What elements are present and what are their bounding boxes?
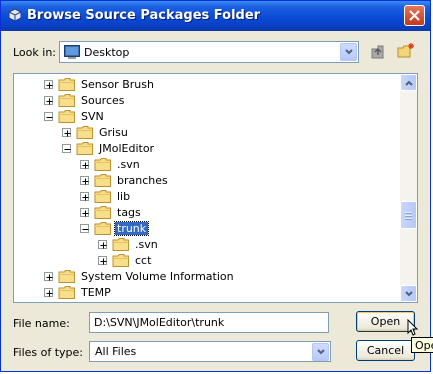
folder-icon [94, 221, 112, 239]
cancel-button[interactable]: Cancel [356, 340, 415, 361]
tree-row-label: tags [117, 206, 141, 219]
expand-icon[interactable] [80, 160, 89, 169]
expand-icon[interactable] [44, 80, 53, 89]
expand-icon[interactable] [44, 288, 53, 297]
expand-icon[interactable] [98, 240, 107, 249]
chevron-down-icon [317, 349, 325, 355]
scroll-thumb[interactable] [400, 201, 417, 229]
file-name-label: File name: [13, 317, 70, 330]
look-in-dropdown[interactable]: Desktop [59, 41, 359, 63]
folder-icon [112, 253, 130, 271]
tooltip: Ope [411, 337, 433, 353]
vertical-scrollbar[interactable] [400, 74, 417, 302]
title-bar[interactable]: Browse Source Packages Folder [1, 1, 430, 31]
folder-tree[interactable]: Sensor Brush Sources SVN Grisu JMolEditor .sv… [13, 73, 418, 303]
tree-row-label: .svn [135, 238, 158, 251]
tree-row-label: branches [117, 174, 168, 187]
expand-icon[interactable] [80, 176, 89, 185]
file-type-label: Files of type: [13, 346, 84, 359]
tree-row-label: .svn [117, 158, 140, 171]
look-in-dropdown-button[interactable] [340, 43, 357, 61]
tree-row-label: System Volume Information [81, 270, 234, 283]
up-one-level-icon[interactable] [369, 43, 387, 61]
scroll-up-button[interactable] [400, 74, 417, 91]
tree-row-label: cct [135, 254, 152, 267]
collapse-icon[interactable] [80, 224, 89, 233]
expand-icon[interactable] [80, 208, 89, 217]
tree-row-label: TEMP [81, 286, 111, 299]
folder-icon [58, 285, 76, 302]
folder-icon [58, 109, 76, 127]
file-type-value: All Files [95, 345, 137, 358]
tree-row-label: lib [117, 190, 131, 203]
tree-row-label: trunk [113, 221, 150, 236]
window-title: Browse Source Packages Folder [27, 8, 261, 23]
chevron-down-icon [405, 291, 413, 297]
new-folder-icon[interactable] [396, 42, 416, 60]
folder-tree-content: Sensor Brush Sources SVN Grisu JMolEditor .sv… [14, 74, 402, 302]
tree-row-label: Sensor Brush [81, 78, 154, 91]
chevron-down-icon [345, 49, 353, 55]
file-type-dropdown-button[interactable] [312, 343, 329, 361]
file-type-dropdown[interactable]: All Files [89, 341, 331, 362]
look-in-label: Look in: [13, 46, 56, 59]
folder-icon [76, 141, 94, 159]
close-button[interactable] [404, 5, 425, 26]
collapse-icon[interactable] [62, 144, 71, 153]
chevron-up-icon [405, 80, 413, 86]
expand-icon[interactable] [62, 128, 71, 137]
app-icon [8, 8, 22, 22]
expand-icon[interactable] [44, 272, 53, 281]
look-in-value: Desktop [84, 46, 130, 59]
tree-row-label: Grisu [99, 126, 128, 139]
expand-icon[interactable] [80, 192, 89, 201]
tree-row-label: SVN [81, 110, 104, 123]
collapse-icon[interactable] [44, 112, 53, 121]
expand-icon[interactable] [98, 256, 107, 265]
mouse-cursor-icon [407, 319, 419, 336]
close-icon [409, 10, 420, 21]
file-name-input[interactable] [89, 312, 329, 333]
tree-row-label: Sources [81, 94, 125, 107]
tree-row-label: JMolEditor [99, 142, 155, 155]
desktop-icon [64, 45, 80, 59]
scroll-down-button[interactable] [400, 285, 417, 302]
dialog-window: Browse Source Packages Folder Look in: D… [0, 0, 433, 372]
expand-icon[interactable] [44, 96, 53, 105]
